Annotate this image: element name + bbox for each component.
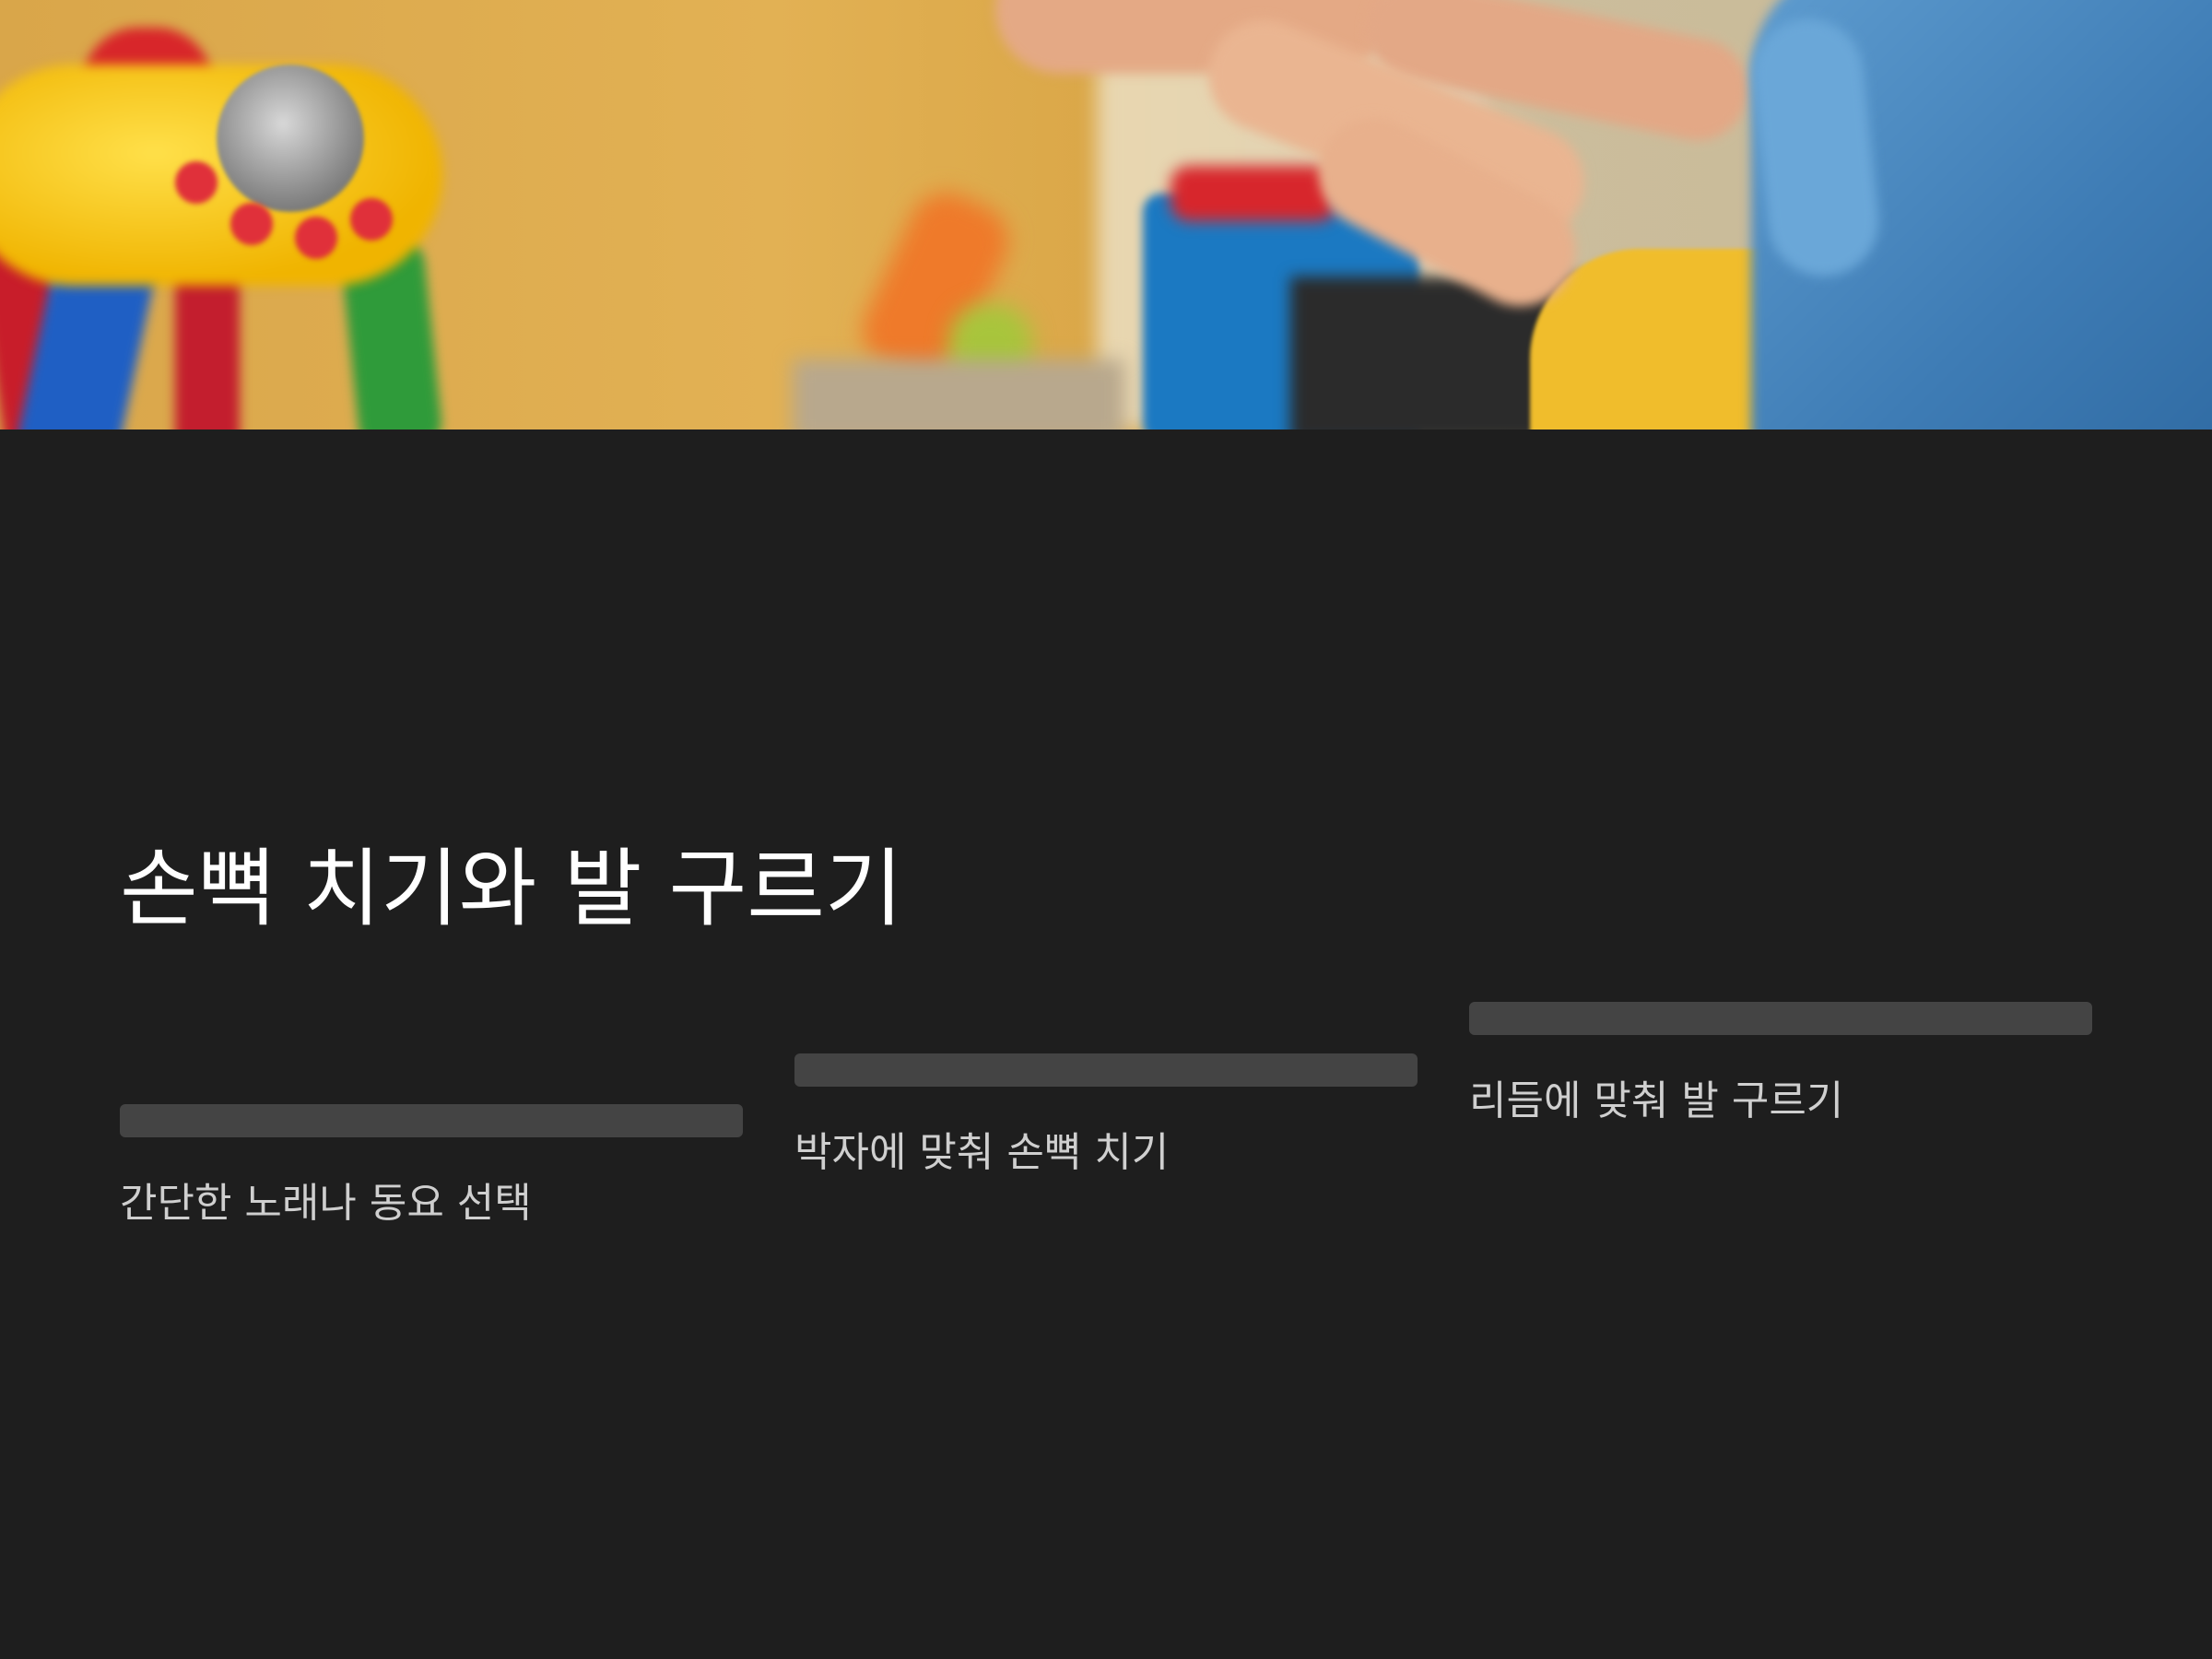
step-card: 간단한 노래나 동요 선택 xyxy=(120,1104,743,1230)
step-bar xyxy=(1469,1002,2092,1035)
step-bar xyxy=(120,1104,743,1137)
step-card: 리듬에 맞춰 발 구르기 xyxy=(1469,1002,2092,1127)
slide: 손뼉 치기와 발 구르기 간단한 노래나 동요 선택 박자에 맞춰 손뼉 치기 … xyxy=(0,0,2212,1659)
photo-toy-dial xyxy=(217,65,364,212)
photo-toy-dot xyxy=(175,161,218,204)
hero-photo xyxy=(0,0,2212,429)
photo-toy-dot xyxy=(295,217,337,259)
step-bar xyxy=(794,1053,1418,1087)
step-label: 리듬에 맞춰 발 구르기 xyxy=(1469,1077,1844,1124)
step-card: 박자에 맞춰 손뼉 치기 xyxy=(794,1053,1418,1179)
step-label: 박자에 맞춰 손뼉 치기 xyxy=(794,1129,1170,1176)
photo-toy-dot xyxy=(350,198,393,241)
slide-title: 손뼉 치기와 발 구르기 xyxy=(120,840,903,938)
photo-chair-seat xyxy=(1171,166,1336,221)
step-label: 간단한 노래나 동요 선택 xyxy=(120,1180,532,1227)
photo-toy-dot xyxy=(230,203,273,245)
photo-shelf xyxy=(793,359,1124,429)
photo-toy-body xyxy=(0,65,442,286)
